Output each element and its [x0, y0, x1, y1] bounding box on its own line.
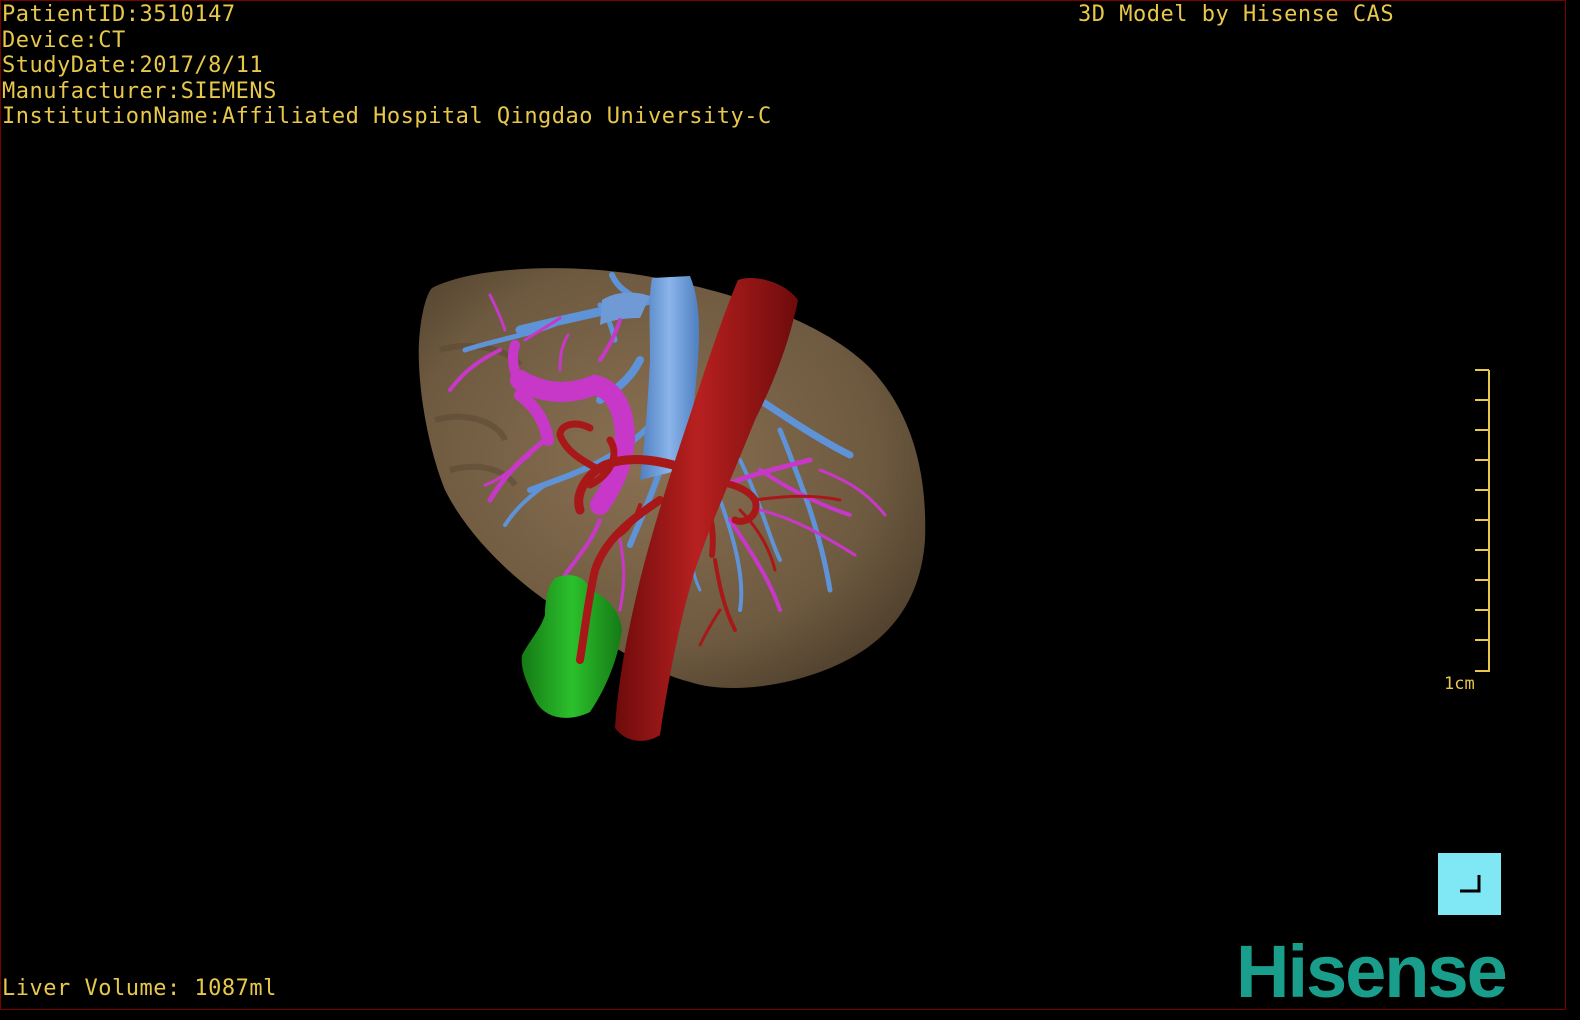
manufacturer: Manufacturer:SIEMENS [2, 78, 277, 104]
liver-volume-readout: Liver Volume: 1087ml [2, 976, 277, 1001]
patient-id: PatientID:3510147 [2, 2, 236, 27]
device: Device:CT [2, 27, 126, 53]
patient-info-overlay: PatientID:3510147 Device:CT StudyDate:20… [2, 2, 772, 130]
study-date: StudyDate:2017/8/11 [2, 53, 264, 78]
3d-model-viewport[interactable] [0, 0, 1580, 1020]
model-credit: 3D Model by Hisense CAS [1078, 2, 1395, 27]
scale-bar-label: 1cm [1444, 674, 1475, 694]
hisense-logo: Hisense [1236, 930, 1508, 1013]
view-reset-button[interactable] [1438, 853, 1501, 915]
scale-bar [1475, 369, 1490, 672]
corner-bracket-icon [1460, 875, 1481, 893]
institution-name: InstitutionName:Affiliated Hospital Qing… [2, 104, 772, 129]
